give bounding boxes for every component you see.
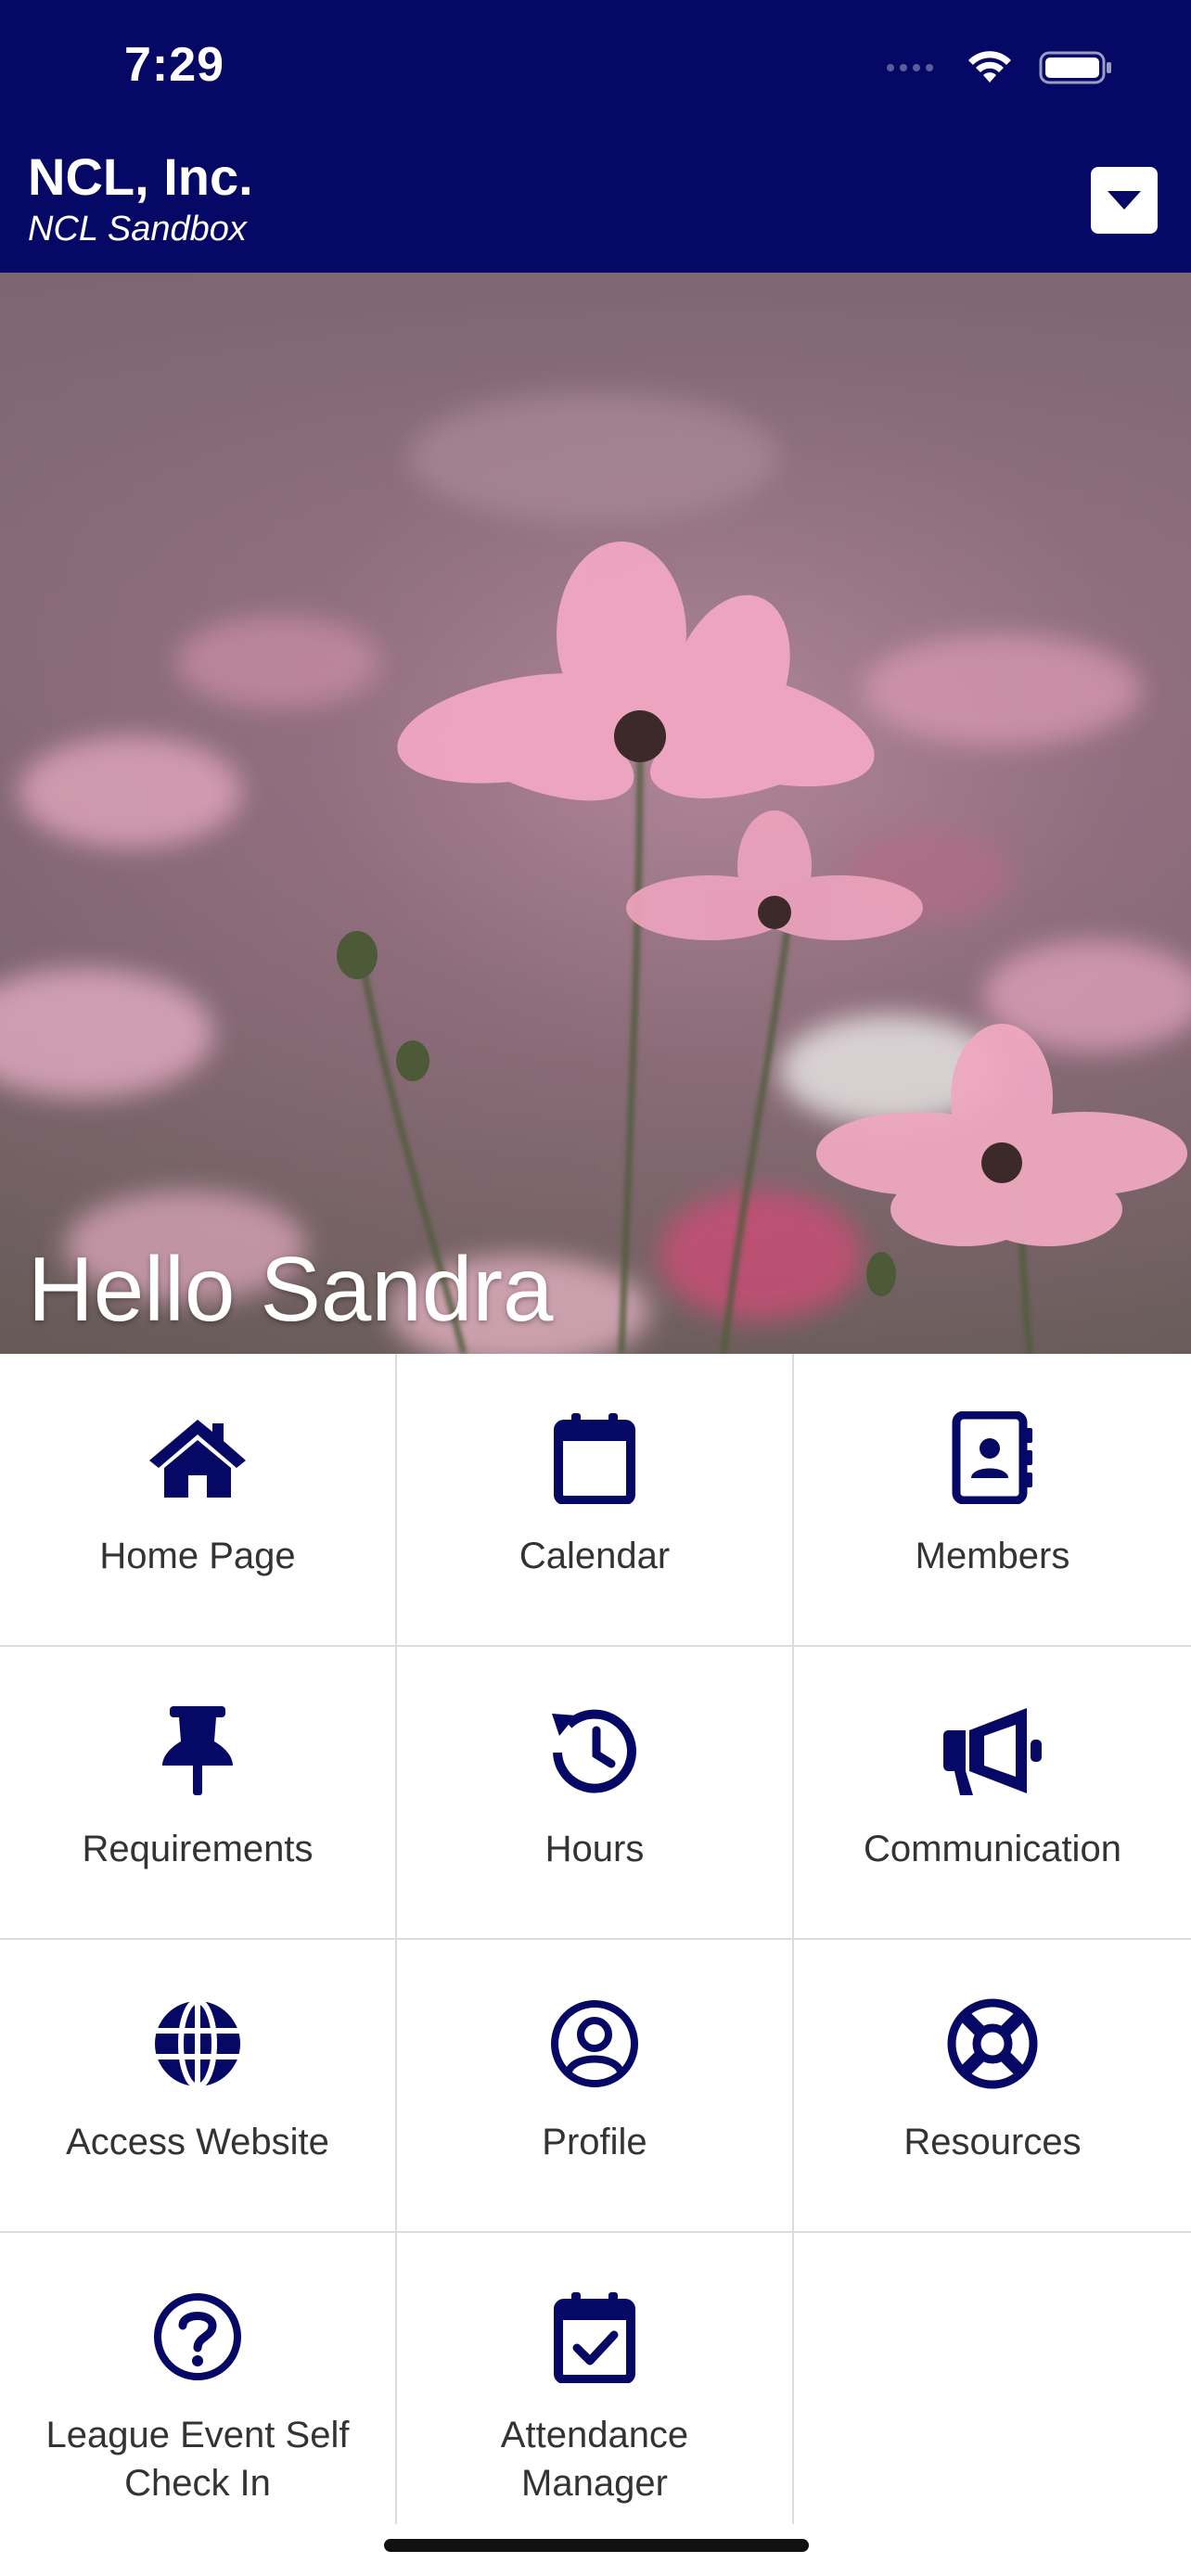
tile-label: Resources [903,2122,1082,2162]
tile-label-line: Check In [124,2463,271,2504]
tile-label: Home Page [99,1536,296,1576]
tile-communication[interactable]: Communication [794,1647,1191,1940]
menu-grid: Home Page Calendar Members Requirements … [0,1354,1191,2524]
tile-members[interactable]: Members [794,1354,1191,1647]
tile-requirements[interactable]: Requirements [0,1647,397,1940]
tile-label: Members [915,1536,1070,1576]
question-circle-icon [146,2285,250,2389]
calendar-icon [543,1406,647,1510]
tile-label: Requirements [82,1829,314,1869]
home-indicator[interactable] [384,2539,809,2552]
pushpin-icon [146,1699,250,1803]
tile-label: League Event Self Check In [46,2411,350,2507]
tile-league-event-self-check-in[interactable]: League Event Self Check In [0,2233,397,2524]
org-dropdown-button[interactable] [1091,167,1158,234]
status-time: 7:29 [124,38,225,92]
tile-resources[interactable]: Resources [794,1940,1191,2233]
tile-label-line: League Event Self [45,2415,350,2455]
tile-label: Access Website [66,2122,329,2162]
life-ring-icon [941,1992,1044,2096]
megaphone-icon [941,1699,1044,1803]
org-name: NCL, Inc. [28,147,253,206]
flower-field-illustration [0,273,1191,1354]
tile-label-line: Manager [521,2463,668,2504]
tile-calendar[interactable]: Calendar [397,1354,794,1647]
org-subtitle: NCL Sandbox [28,210,247,249]
address-book-icon [941,1406,1044,1510]
tile-label-line: Attendance [500,2415,689,2455]
caret-down-icon [1108,191,1141,210]
tile-attendance-manager[interactable]: Attendance Manager [397,2233,794,2524]
tile-label: Communication [864,1829,1121,1869]
tile-hours[interactable]: Hours [397,1647,794,1940]
battery-icon [1039,51,1111,84]
globe-icon [146,1992,250,2096]
app-screen: 7:29 NCL, Inc. NCL Sandbox Hello Sandra … [0,0,1191,2576]
home-icon [146,1406,250,1510]
signal-icon [887,64,933,71]
tile-access-website[interactable]: Access Website [0,1940,397,2233]
user-circle-icon [543,1992,647,2096]
greeting-text: Hello Sandra [28,1238,554,1340]
tile-label: Attendance Manager [501,2411,688,2507]
calendar-check-icon [543,2285,647,2389]
wifi-icon [968,51,1011,83]
tile-profile[interactable]: Profile [397,1940,794,2233]
tile-label: Hours [544,1829,645,1869]
hero-image: Hello Sandra [0,273,1191,1354]
empty-tile [794,2233,1191,2524]
status-icons [885,45,1113,91]
app-header: 7:29 NCL, Inc. NCL Sandbox [0,0,1191,273]
history-clock-icon [543,1699,647,1803]
tile-home-page[interactable]: Home Page [0,1354,397,1647]
tile-label: Calendar [519,1536,671,1576]
tile-label: Profile [542,2122,647,2162]
